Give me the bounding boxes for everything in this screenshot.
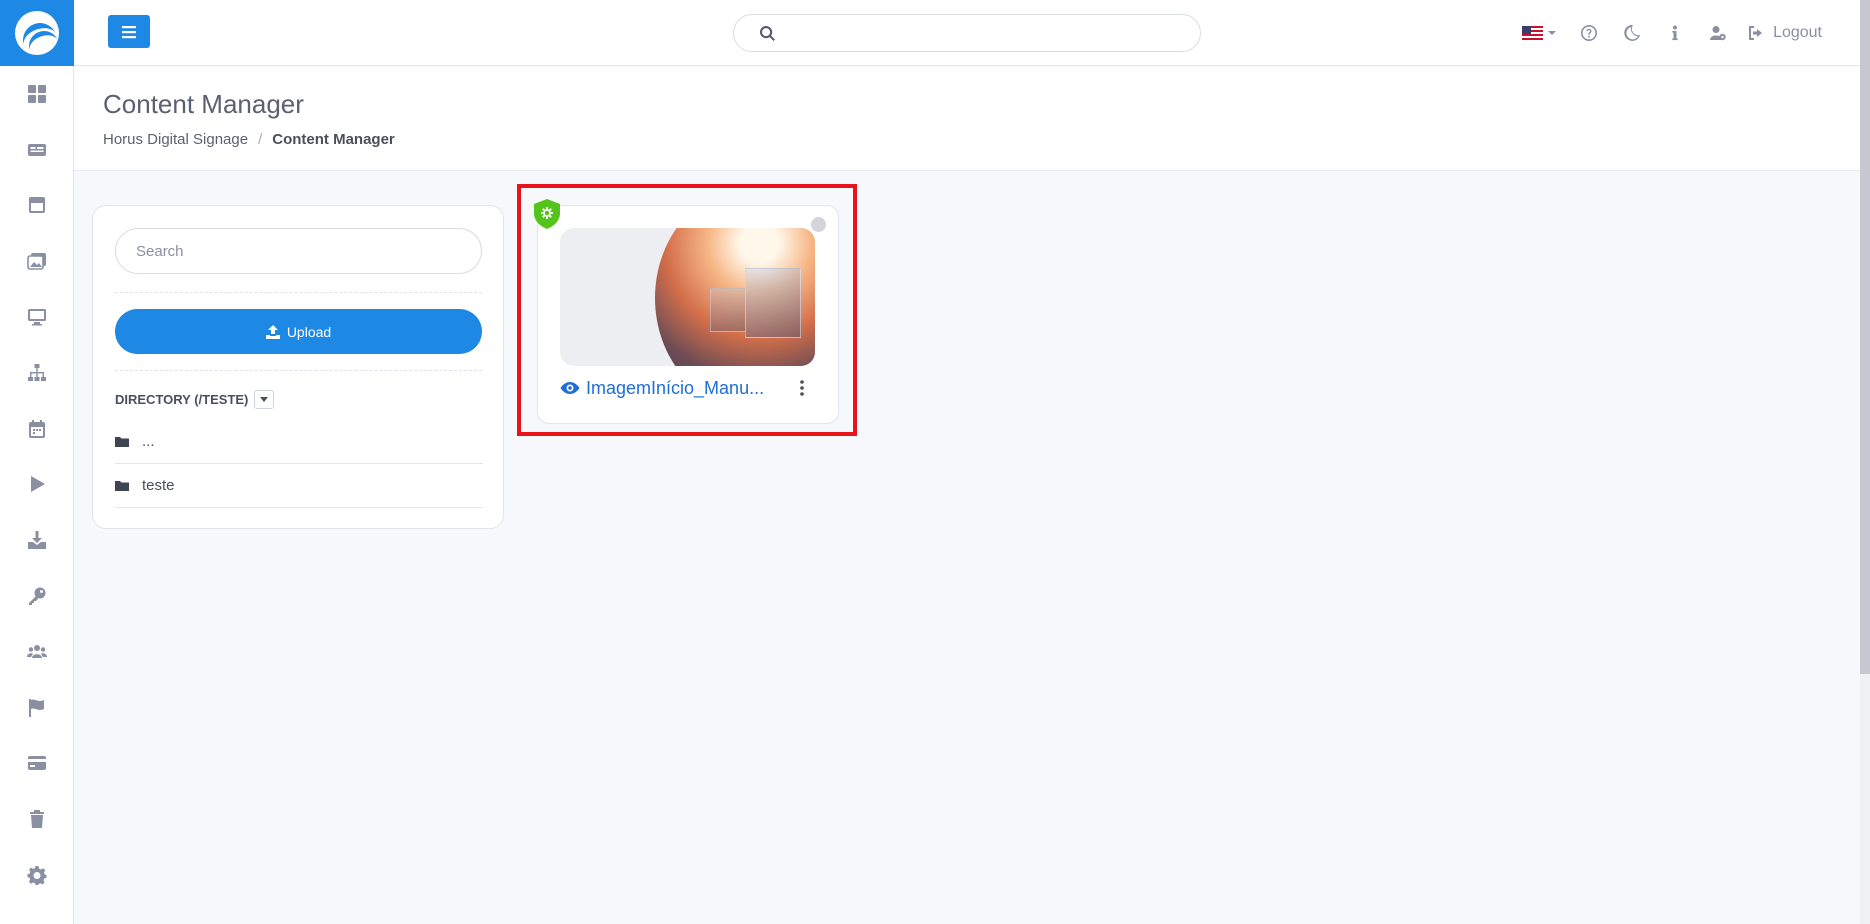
folder-icon [115,480,129,491]
directory-item-parent[interactable]: ... [115,420,483,464]
directory-name: ... [142,433,155,450]
page-header: Content Manager Horus Digital Signage / … [74,67,1860,171]
play-icon [31,476,45,493]
sidebar-item-licenses[interactable] [0,568,74,624]
topbar-actions: Logout [1522,0,1860,66]
file-options-button[interactable] [796,378,808,398]
hamburger-icon [122,25,136,38]
language-selector[interactable] [1522,25,1557,41]
directory-header: DIRECTORY (/TESTE) [115,390,275,409]
sidebar-item-groups[interactable] [0,345,74,401]
download-icon [28,531,46,550]
key-icon [29,587,46,606]
page-title: Content Manager [103,89,304,119]
sidebar-item-schedule[interactable] [0,401,74,457]
chevron-down-icon [1548,31,1557,35]
users-icon [27,644,47,658]
upload-button[interactable]: Upload [115,309,482,354]
gear-icon [27,866,47,886]
file-name-link[interactable]: ImagemInício_Manu... [586,378,764,399]
breadcrumb: Horus Digital Signage / Content Manager [103,131,395,148]
sidebar-item-downloads[interactable] [0,512,74,568]
sitemap-icon [28,363,46,381]
layout-icon [29,197,45,214]
sidebar-item-trash[interactable] [0,791,74,847]
info-button[interactable] [1665,23,1685,43]
page-scrollbar[interactable] [1860,0,1870,924]
sidebar-item-users[interactable] [0,624,74,680]
upload-label: Upload [286,323,332,340]
global-search[interactable] [733,14,1201,52]
sidebar-item-layouts[interactable] [0,178,74,234]
trash-icon [30,810,44,829]
breadcrumb-separator: / [258,131,263,148]
monitor-icon [28,309,46,326]
question-circle-icon [1581,25,1598,41]
menu-toggle-button[interactable] [108,15,150,48]
media-icon [28,143,46,156]
topbar: Logout [74,0,1860,66]
eye-icon[interactable] [560,380,580,396]
sidebar-nav [0,66,73,903]
sidebar-item-gallery[interactable] [0,233,74,289]
global-search-input[interactable] [786,21,1186,45]
gallery-icon [27,253,46,271]
file-thumbnail[interactable] [560,228,815,366]
folder-icon [115,436,129,447]
logout-label: Logout [1773,24,1822,41]
sidebar-item-dashboard[interactable] [0,66,74,122]
logout-icon [1749,26,1763,40]
sidebar-item-campaigns[interactable] [0,680,74,736]
shield-status-icon [534,199,560,229]
dashboard-icon [28,84,46,103]
sidebar-item-billing[interactable] [0,736,74,792]
sidebar-item-media[interactable] [0,122,74,178]
logout-button[interactable]: Logout [1748,24,1822,42]
help-button[interactable] [1579,23,1599,43]
sidebar [0,0,74,924]
sidebar-item-players[interactable] [0,289,74,345]
divider [115,370,482,371]
app-logo[interactable] [0,0,74,66]
caret-down-icon [260,397,269,402]
card-icon [28,756,46,771]
kebab-menu-icon [800,380,804,396]
calendar-icon [29,419,45,438]
logo-icon [15,11,59,55]
info-icon [1672,25,1678,41]
flag-icon [29,698,44,717]
breadcrumb-home-link[interactable]: Horus Digital Signage [103,131,248,148]
divider [115,292,482,293]
sidebar-item-playlists[interactable] [0,457,74,513]
user-settings-button[interactable] [1708,23,1728,43]
theme-toggle-button[interactable] [1622,23,1642,43]
breadcrumb-current: Content Manager [272,131,395,148]
sidebar-item-settings[interactable] [0,847,74,903]
moon-icon [1624,25,1641,41]
directory-label: DIRECTORY (/TESTE) [115,392,249,407]
directory-panel: Upload DIRECTORY (/TESTE) ... teste [92,205,504,529]
user-gear-icon [1710,26,1726,41]
directory-dropdown-button[interactable] [254,390,275,409]
directory-list: ... teste [115,420,483,508]
upload-icon [265,324,280,339]
us-flag-icon [1522,25,1544,41]
file-search-input[interactable] [115,228,482,274]
directory-name: teste [142,477,175,494]
search-icon [760,26,775,41]
scrollbar-thumb[interactable] [1860,0,1870,674]
directory-item-teste[interactable]: teste [115,464,483,508]
file-title-row: ImagemInício_Manu... [560,374,815,402]
